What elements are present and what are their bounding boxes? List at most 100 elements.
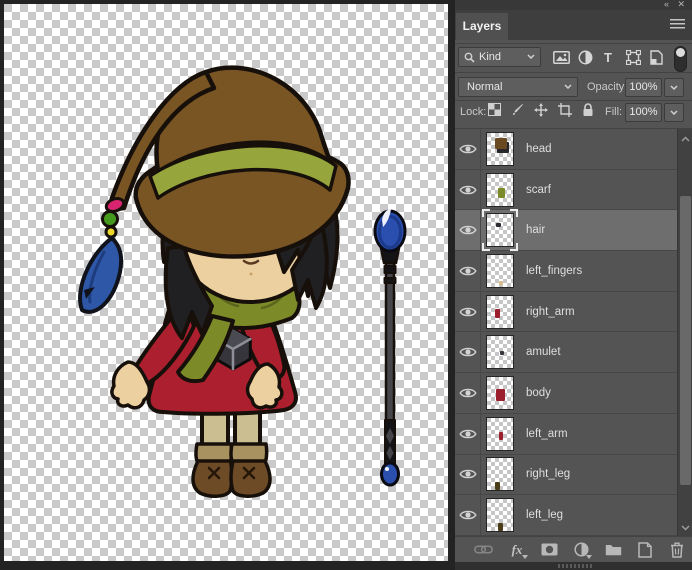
collapse-panel-icon[interactable]: « <box>664 0 669 9</box>
visibility-toggle[interactable] <box>455 129 481 169</box>
lock-position-move-icon[interactable] <box>534 103 548 117</box>
layer-name: left_leg <box>526 509 564 522</box>
scroll-up-icon[interactable] <box>678 131 692 147</box>
eye-icon <box>458 185 477 194</box>
staff-illustration <box>373 209 407 487</box>
layer-thumbnail[interactable] <box>486 498 514 533</box>
lock-icons <box>488 103 594 117</box>
layer-thumbnail[interactable] <box>486 457 514 492</box>
layer-row[interactable]: hair <box>455 209 677 252</box>
pixel-filter-icon[interactable] <box>552 49 570 66</box>
visibility-toggle[interactable] <box>455 454 481 495</box>
fill-dropdown-button[interactable] <box>664 103 684 122</box>
layer-row[interactable]: right_leg <box>455 454 677 496</box>
lock-transparency-icon[interactable] <box>488 103 501 117</box>
panel-tab-bar: Layers <box>455 10 692 40</box>
layer-row[interactable]: left_leg <box>455 495 677 536</box>
layer-style-button[interactable]: fx <box>505 540 529 560</box>
smart-object-filter-icon[interactable] <box>647 49 665 66</box>
layer-thumbnail[interactable] <box>486 416 514 451</box>
thumbnail-content <box>496 388 505 401</box>
visibility-toggle[interactable] <box>455 251 481 291</box>
scroll-down-icon[interactable] <box>678 520 692 536</box>
layer-thumbnail[interactable] <box>486 131 514 166</box>
visibility-toggle[interactable] <box>455 291 481 332</box>
layer-row[interactable]: left_fingers <box>455 251 677 292</box>
visibility-toggle[interactable] <box>455 373 481 413</box>
thumbnail-content <box>495 482 500 491</box>
fill-value[interactable]: 100% <box>625 103 662 122</box>
opacity-value[interactable]: 100% <box>625 78 662 97</box>
scrollbar-thumb[interactable] <box>680 196 691 485</box>
visibility-toggle[interactable] <box>455 495 481 535</box>
chevron-down-icon <box>527 54 535 59</box>
character-illustration <box>78 65 407 498</box>
divider <box>455 72 692 73</box>
divider <box>455 43 692 44</box>
filter-on-off-toggle[interactable] <box>674 46 687 72</box>
eye-icon <box>458 225 477 235</box>
layer-name: hair <box>526 224 546 237</box>
thumbnail-content <box>499 431 503 440</box>
caret-icon <box>586 554 592 559</box>
layer-row[interactable]: scarf <box>455 169 677 211</box>
canvas-area[interactable] <box>4 4 448 561</box>
layer-mask-icon <box>541 543 557 556</box>
shape-filter-icon[interactable] <box>624 49 642 66</box>
lock-all-padlock-icon[interactable] <box>582 103 594 117</box>
opacity-dropdown-button[interactable] <box>664 78 684 97</box>
thumbnail-content <box>495 137 507 149</box>
tab-layers[interactable]: Layers <box>456 13 508 40</box>
layer-thumbnail[interactable] <box>486 335 514 370</box>
new-group-button[interactable] <box>601 540 625 560</box>
visibility-toggle[interactable] <box>455 169 481 210</box>
thumbnail-content <box>499 280 503 285</box>
add-layer-mask-button[interactable] <box>537 540 561 560</box>
panel-menu-icon[interactable] <box>670 19 685 31</box>
layer-row[interactable]: right_arm <box>455 291 677 333</box>
eye-icon <box>458 388 477 398</box>
layer-thumbnail[interactable] <box>486 294 514 329</box>
layer-thumbnail[interactable] <box>486 172 514 207</box>
folder-icon <box>605 545 621 556</box>
lock-pixels-brush-icon[interactable] <box>511 103 524 117</box>
adjustment-layer-button[interactable] <box>569 540 593 560</box>
layer-thumbnail[interactable] <box>482 209 518 252</box>
chevron-down-icon <box>670 84 678 90</box>
layer-list: head scarf hair left_fingers right_arm a… <box>455 129 677 536</box>
layer-thumbnail[interactable] <box>486 253 514 288</box>
link-icon <box>473 545 493 554</box>
kind-label: Kind <box>479 51 502 63</box>
layer-thumbnail[interactable] <box>486 375 514 410</box>
adjustment-filter-icon[interactable] <box>576 49 594 66</box>
new-layer-button[interactable] <box>633 540 657 560</box>
close-panel-icon[interactable]: ✕ <box>677 0 685 9</box>
visibility-toggle[interactable] <box>455 413 481 454</box>
blend-mode-dropdown[interactable]: Normal <box>458 77 578 97</box>
type-filter-icon[interactable]: T <box>599 49 617 66</box>
layer-row[interactable]: left_arm <box>455 413 677 455</box>
panel-resize-grip[interactable] <box>455 562 692 570</box>
fill-label: Fill: <box>605 106 623 118</box>
layer-row[interactable]: body <box>455 373 677 414</box>
opacity-label: Opacity: <box>587 81 628 93</box>
kind-filter-dropdown[interactable]: Kind <box>458 47 541 67</box>
layer-list-scrollbar[interactable] <box>677 129 692 538</box>
layer-row[interactable]: head <box>455 129 677 170</box>
divider <box>455 100 692 101</box>
thumbnail-content <box>500 351 504 356</box>
new-layer-icon <box>638 541 652 558</box>
visibility-toggle[interactable] <box>455 210 481 251</box>
lock-artboard-icon[interactable] <box>558 103 572 117</box>
layer-row[interactable]: amulet <box>455 332 677 374</box>
search-icon <box>464 52 475 63</box>
layer-name: amulet <box>526 346 561 359</box>
layers-panel: « ✕ Layers Kind T Normal Opacity: 100% L… <box>455 0 692 570</box>
eye-icon <box>458 307 477 316</box>
blend-mode-value: Normal <box>467 81 503 93</box>
link-layers-button[interactable] <box>471 540 495 560</box>
eye-icon <box>458 429 477 438</box>
delete-layer-button[interactable] <box>665 540 689 560</box>
trash-icon <box>671 542 683 558</box>
visibility-toggle[interactable] <box>455 332 481 373</box>
